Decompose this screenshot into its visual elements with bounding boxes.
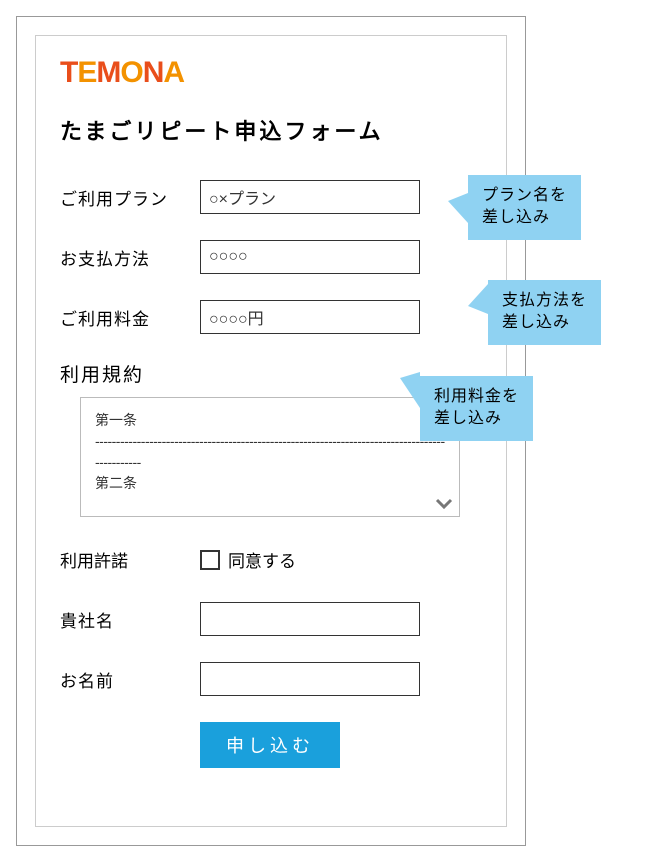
chevron-down-icon[interactable] <box>435 498 453 510</box>
fee-label: ご利用料金 <box>60 305 200 330</box>
field-row-plan: ご利用プラン <box>60 180 482 214</box>
callout-plan: プラン名を 差し込み <box>468 175 581 240</box>
terms-dashes: ----------------------------------------… <box>95 431 445 473</box>
brand-logo: TEMONA <box>60 56 482 90</box>
company-label: 貴社名 <box>60 607 200 632</box>
payment-input[interactable] <box>200 240 420 274</box>
submit-button[interactable]: 申し込む <box>200 722 340 768</box>
name-label: お名前 <box>60 667 200 692</box>
callout-payment: 支払方法を 差し込み <box>488 280 601 345</box>
terms-textarea[interactable]: 第一条 ------------------------------------… <box>80 397 460 517</box>
license-label: 利用許諾 <box>60 547 200 572</box>
fee-input[interactable] <box>200 300 420 334</box>
callout-fee: 利用料金を 差し込み <box>420 376 533 441</box>
field-row-company: 貴社名 <box>60 602 482 636</box>
field-row-fee: ご利用料金 <box>60 300 482 334</box>
agree-checkbox[interactable] <box>200 550 220 570</box>
field-row-license: 利用許諾 同意する <box>60 547 482 572</box>
payment-label: お支払方法 <box>60 245 200 270</box>
plan-label: ご利用プラン <box>60 185 200 210</box>
company-input[interactable] <box>200 602 420 636</box>
plan-input[interactable] <box>200 180 420 214</box>
form-title: たまごリピート申込フォーム <box>60 114 482 146</box>
terms-clause-1: 第一条 <box>95 410 445 431</box>
agree-text: 同意する <box>228 547 296 572</box>
terms-clause-2: 第二条 <box>95 473 445 494</box>
field-row-payment: お支払方法 <box>60 240 482 274</box>
field-row-name: お名前 <box>60 662 482 696</box>
name-input[interactable] <box>200 662 420 696</box>
